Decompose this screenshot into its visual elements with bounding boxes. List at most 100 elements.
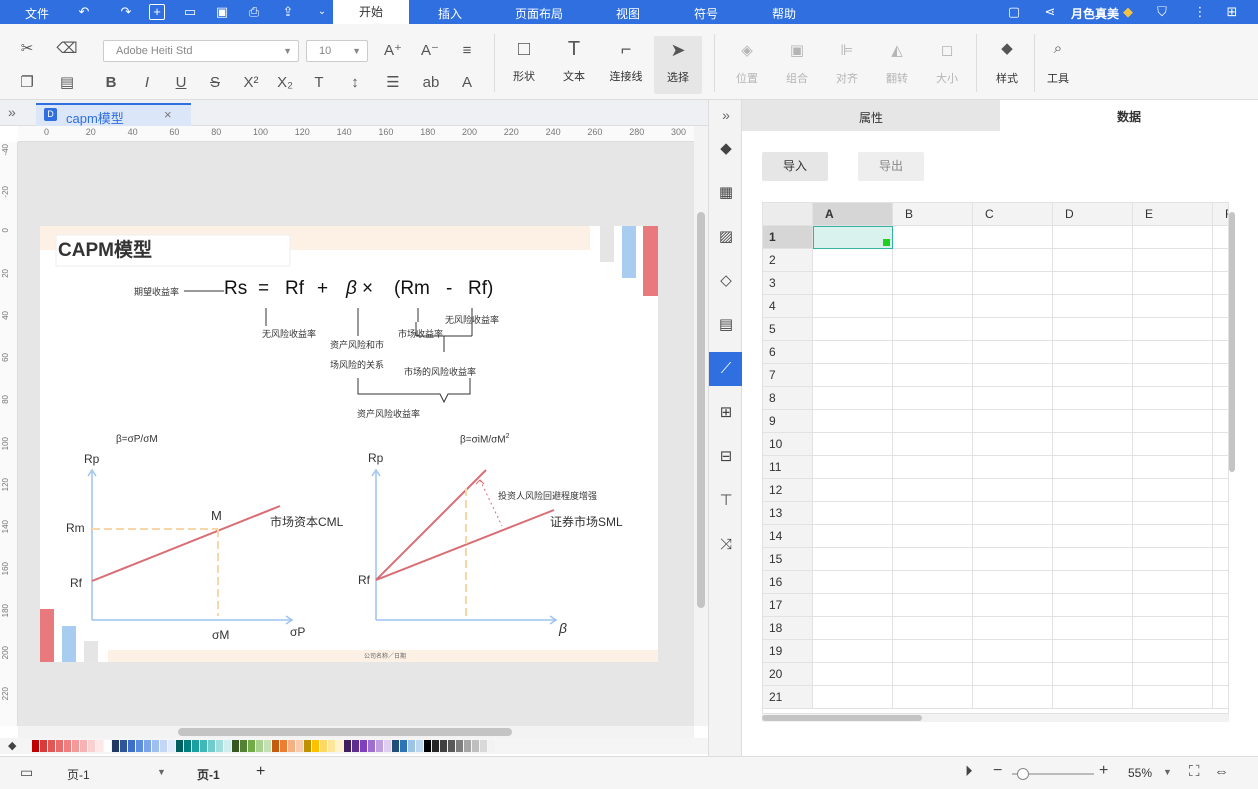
menu-file[interactable]: 文件 — [25, 5, 49, 22]
color-swatch[interactable] — [480, 740, 487, 752]
row-header[interactable]: 7 — [763, 364, 813, 387]
table-cell[interactable] — [1213, 663, 1228, 686]
color-swatch[interactable] — [40, 740, 47, 752]
sml-formula[interactable]: β=σiM/σM2 — [460, 433, 510, 445]
share-icon[interactable]: ⋖ — [1042, 4, 1058, 20]
sheet-horizontal-scroll-thumb[interactable] — [762, 715, 922, 721]
connector-icon[interactable]: ⌐ — [615, 38, 637, 60]
row-header[interactable]: 8 — [763, 387, 813, 410]
table-cell[interactable] — [1133, 617, 1213, 640]
size-icon[interactable]: ◻ — [936, 40, 958, 62]
table-cell[interactable] — [813, 663, 893, 686]
column-header[interactable]: F — [1213, 203, 1228, 226]
sml-y-label[interactable]: Rp — [368, 451, 383, 465]
color-swatch[interactable] — [72, 740, 79, 752]
table-cell[interactable] — [973, 433, 1053, 456]
table-cell[interactable] — [813, 548, 893, 571]
color-swatch[interactable] — [328, 740, 335, 752]
zoom-in-icon[interactable]: + — [1099, 762, 1108, 780]
cml-sigma-p-label[interactable]: σP — [290, 625, 305, 639]
table-cell[interactable] — [1053, 686, 1133, 709]
table-cell[interactable] — [1053, 318, 1133, 341]
table-cell[interactable] — [1213, 686, 1228, 709]
color-swatch[interactable] — [272, 740, 279, 752]
fill-handle[interactable] — [883, 239, 890, 246]
table-cell[interactable] — [973, 479, 1053, 502]
table-cell[interactable] — [813, 479, 893, 502]
table-cell[interactable] — [1053, 433, 1133, 456]
table-cell[interactable] — [973, 410, 1053, 433]
close-tab-icon[interactable]: × — [164, 107, 172, 122]
table-cell[interactable] — [973, 617, 1053, 640]
table-cell[interactable] — [973, 663, 1053, 686]
copy-icon[interactable]: ❐ — [16, 72, 38, 94]
color-swatch[interactable] — [344, 740, 351, 752]
table-cell[interactable] — [893, 410, 973, 433]
table-cell[interactable] — [973, 686, 1053, 709]
table-cell[interactable] — [1133, 341, 1213, 364]
undo-icon[interactable]: ↶ — [76, 4, 92, 20]
table-cell[interactable] — [1133, 226, 1213, 249]
paste-icon[interactable]: ▤ — [56, 72, 78, 94]
table-cell[interactable] — [1053, 663, 1133, 686]
table-cell[interactable] — [893, 341, 973, 364]
table-cell[interactable] — [1133, 525, 1213, 548]
table-cell[interactable] — [813, 249, 893, 272]
zoom-slider[interactable] — [1012, 768, 1094, 780]
label-relation-2[interactable]: 场风险的关系 — [330, 358, 384, 371]
collapse-library-icon[interactable]: » — [8, 104, 16, 120]
vertical-scroll-thumb[interactable] — [697, 212, 705, 608]
table-cell[interactable] — [973, 249, 1053, 272]
color-swatch[interactable] — [200, 740, 207, 752]
table-cell[interactable] — [813, 617, 893, 640]
table-cell[interactable] — [1213, 525, 1228, 548]
column-header[interactable]: E — [1133, 203, 1213, 226]
strikethrough-icon[interactable]: S — [204, 72, 226, 94]
sml-line-label[interactable]: 证券市场SML — [550, 513, 623, 530]
cml-formula[interactable]: β=σP/σM — [116, 434, 158, 445]
row-header[interactable]: 21 — [763, 686, 813, 709]
table-cell[interactable] — [973, 502, 1053, 525]
table-cell[interactable] — [893, 226, 973, 249]
grid-icon[interactable]: ⊞ — [1224, 4, 1240, 20]
color-swatch[interactable] — [224, 740, 231, 752]
table-cell[interactable] — [1213, 548, 1228, 571]
row-header[interactable]: 11 — [763, 456, 813, 479]
table-cell[interactable] — [1213, 433, 1228, 456]
table-cell[interactable] — [893, 318, 973, 341]
chevron-down-icon[interactable]: ▼ — [157, 767, 166, 777]
row-header[interactable]: 18 — [763, 617, 813, 640]
table-cell[interactable] — [1213, 410, 1228, 433]
layers-icon[interactable]: ◇ — [715, 270, 737, 292]
color-swatch[interactable] — [264, 740, 271, 752]
table-cell[interactable] — [1133, 433, 1213, 456]
color-swatch[interactable] — [464, 740, 471, 752]
fit-width-icon[interactable]: ⇔ — [1214, 763, 1229, 780]
color-swatch[interactable] — [432, 740, 439, 752]
table-cell[interactable] — [1133, 410, 1213, 433]
table-cell[interactable] — [1133, 295, 1213, 318]
color-swatch[interactable] — [152, 740, 159, 752]
position-icon[interactable]: ◈ — [736, 40, 758, 62]
table-cell[interactable] — [1213, 249, 1228, 272]
color-swatch[interactable] — [112, 740, 119, 752]
table-cell[interactable] — [813, 364, 893, 387]
color-swatch[interactable] — [376, 740, 383, 752]
row-header[interactable]: 16 — [763, 571, 813, 594]
color-swatch[interactable] — [56, 740, 63, 752]
table-cell[interactable] — [1053, 272, 1133, 295]
sml-x-label[interactable]: β — [559, 620, 567, 636]
data-sheet[interactable]: ABCDEF123456789101112131415161718192021 — [762, 202, 1229, 714]
font-grow-icon[interactable]: A⁺ — [382, 40, 404, 62]
row-header[interactable]: 10 — [763, 433, 813, 456]
color-swatch[interactable] — [368, 740, 375, 752]
user-name[interactable]: 月色真美 — [1071, 5, 1119, 22]
sml-note[interactable]: 投资人风险回避程度增强 — [498, 489, 597, 502]
table-cell[interactable] — [893, 525, 973, 548]
text-label[interactable]: 文本 — [553, 68, 595, 84]
table-cell[interactable] — [1213, 502, 1228, 525]
label-market-premium[interactable]: 市场的风险收益率 — [404, 365, 476, 378]
table-cell[interactable] — [1053, 502, 1133, 525]
table-cell[interactable] — [1053, 479, 1133, 502]
table-cell[interactable] — [813, 410, 893, 433]
